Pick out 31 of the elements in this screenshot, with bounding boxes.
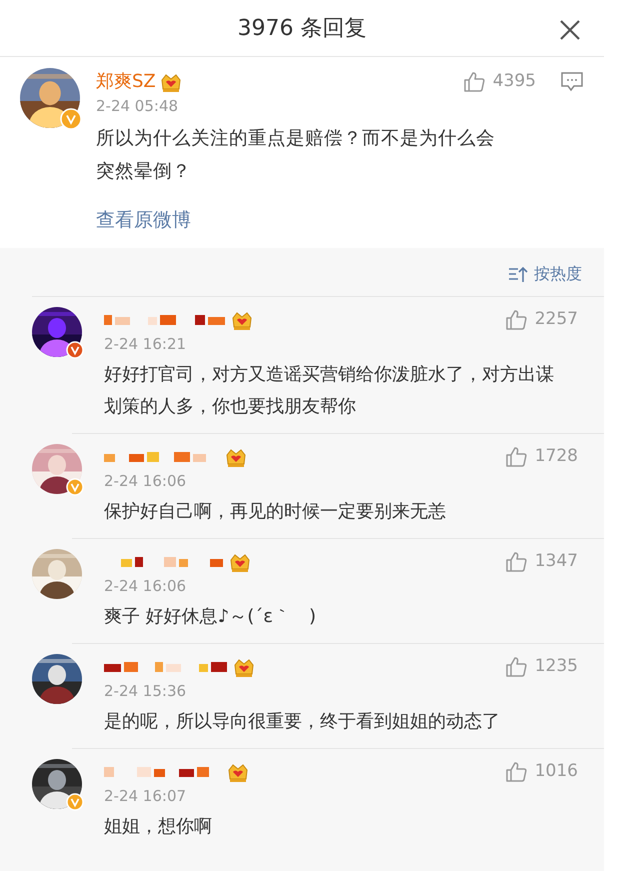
thumbs-up-icon[interactable] — [504, 446, 527, 468]
like-count: 1235 — [534, 655, 578, 678]
view-original-link[interactable]: 查看原微博 — [96, 206, 191, 234]
panel-title: 3976 条回复 — [238, 14, 366, 42]
comment-text: 是的呢，所以导向很重要，终于看到姐姐的动态了 — [104, 710, 501, 734]
comment-text: 爽子 好好休息♪～(´ε｀ ) — [104, 605, 317, 629]
sort-icon — [508, 265, 528, 283]
like-count: 2257 — [534, 308, 578, 331]
comment-time: 2-24 16:21 — [104, 334, 188, 354]
comment-text: 保护好自己啊，再见的时候一定要别来无恙 — [104, 500, 447, 524]
comment-time: 2-24 16:07 — [104, 786, 188, 806]
comment-time: 2-24 16:06 — [104, 576, 188, 596]
thumbs-up-icon[interactable] — [504, 308, 527, 331]
like-count: 1347 — [534, 550, 578, 573]
comment-text: 所以为什么关注的重点是赔偿？而不是为什么会突然晕倒？ — [96, 126, 496, 184]
close-icon — [558, 18, 582, 42]
author-name[interactable]: 郑爽SZ — [96, 68, 156, 95]
thumbs-up-icon[interactable] — [504, 550, 527, 573]
comment-icon[interactable] — [560, 70, 584, 92]
like-count: 1016 — [534, 760, 578, 783]
comment-time: 2-24 16:06 — [104, 470, 188, 492]
like-count: 1728 — [534, 445, 578, 468]
comment-text: 好好打官司，对方又造谣买营销给你泼脏水了，对方出谋划策的人多，你也要找朋友帮你 — [104, 363, 555, 419]
thumbs-up-icon[interactable] — [462, 70, 485, 92]
comment-time: 2-24 15:36 — [104, 680, 188, 702]
thumbs-up-icon[interactable] — [504, 760, 527, 783]
sort-button[interactable]: 按热度 — [508, 262, 582, 286]
like-count: 4395 — [492, 70, 536, 93]
thumbs-up-icon[interactable] — [504, 656, 527, 678]
comment-time: 2-24 05:48 — [96, 96, 180, 117]
comment-text: 姐姐，想你啊 — [104, 815, 213, 839]
